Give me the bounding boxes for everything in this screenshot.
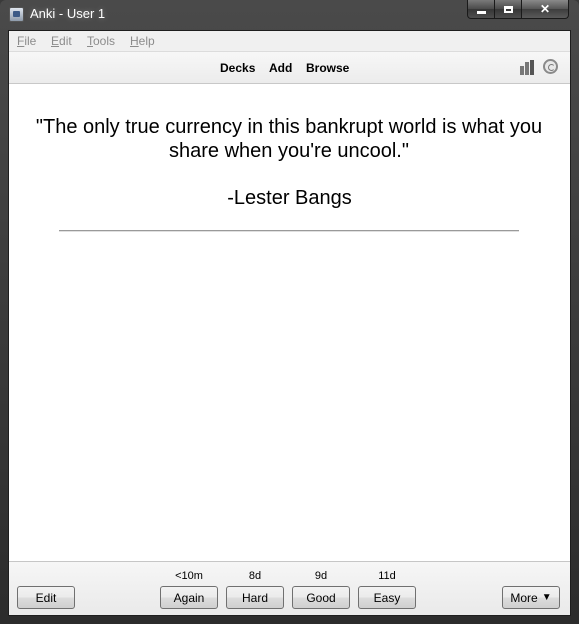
maximize-icon (503, 5, 513, 13)
card-quote: "The only true currency in this bankrupt… (35, 116, 543, 162)
anki-window: Anki - User 1 ✕ File Edit Tools Help Dec… (0, 0, 579, 624)
anki-app-icon (9, 7, 24, 22)
card-author: -Lester Bangs (227, 187, 352, 209)
minimize-icon (476, 10, 486, 14)
hard-interval: 8d (248, 570, 262, 582)
edit-button[interactable]: Edit (17, 586, 75, 609)
window-controls: ✕ (467, 0, 569, 20)
dropdown-arrow-icon: ▼ (541, 592, 552, 603)
easy-button[interactable]: Easy (358, 586, 416, 609)
more-label: More (510, 590, 538, 605)
card-display: "The only true currency in this bankrupt… (9, 84, 570, 561)
window-title: Anki - User 1 (30, 6, 106, 21)
good-interval: 9d (314, 570, 328, 582)
menu-file[interactable]: File (17, 34, 36, 48)
menu-tools[interactable]: Tools (87, 34, 115, 48)
decks-link[interactable]: Decks (220, 61, 255, 75)
more-button[interactable]: More ▼ (502, 586, 560, 609)
good-button[interactable]: Good (292, 586, 350, 609)
title-bar[interactable]: Anki - User 1 ✕ (0, 0, 579, 29)
menu-edit[interactable]: Edit (51, 34, 72, 48)
close-button[interactable]: ✕ (522, 0, 569, 19)
toolbar: Decks Add Browse (9, 52, 570, 84)
menu-help[interactable]: Help (130, 34, 155, 48)
stats-bars-icon[interactable] (520, 60, 537, 75)
review-bottom-bar: Edit <10m Again 8d Hard 9d Good 11d Easy… (9, 561, 570, 615)
add-link[interactable]: Add (269, 61, 292, 75)
close-icon: ✕ (539, 2, 551, 16)
minimize-button[interactable] (467, 0, 495, 19)
easy-interval: 11d (378, 570, 396, 582)
sync-icon[interactable] (543, 59, 558, 74)
main-client-area: File Edit Tools Help Decks Add Browse "T… (8, 30, 571, 616)
answer-divider (59, 230, 519, 232)
maximize-button[interactable] (495, 0, 522, 19)
menu-bar: File Edit Tools Help (9, 31, 570, 52)
hard-button[interactable]: Hard (226, 586, 284, 609)
again-interval: <10m (175, 570, 203, 582)
browse-link[interactable]: Browse (306, 61, 349, 75)
again-button[interactable]: Again (160, 586, 218, 609)
